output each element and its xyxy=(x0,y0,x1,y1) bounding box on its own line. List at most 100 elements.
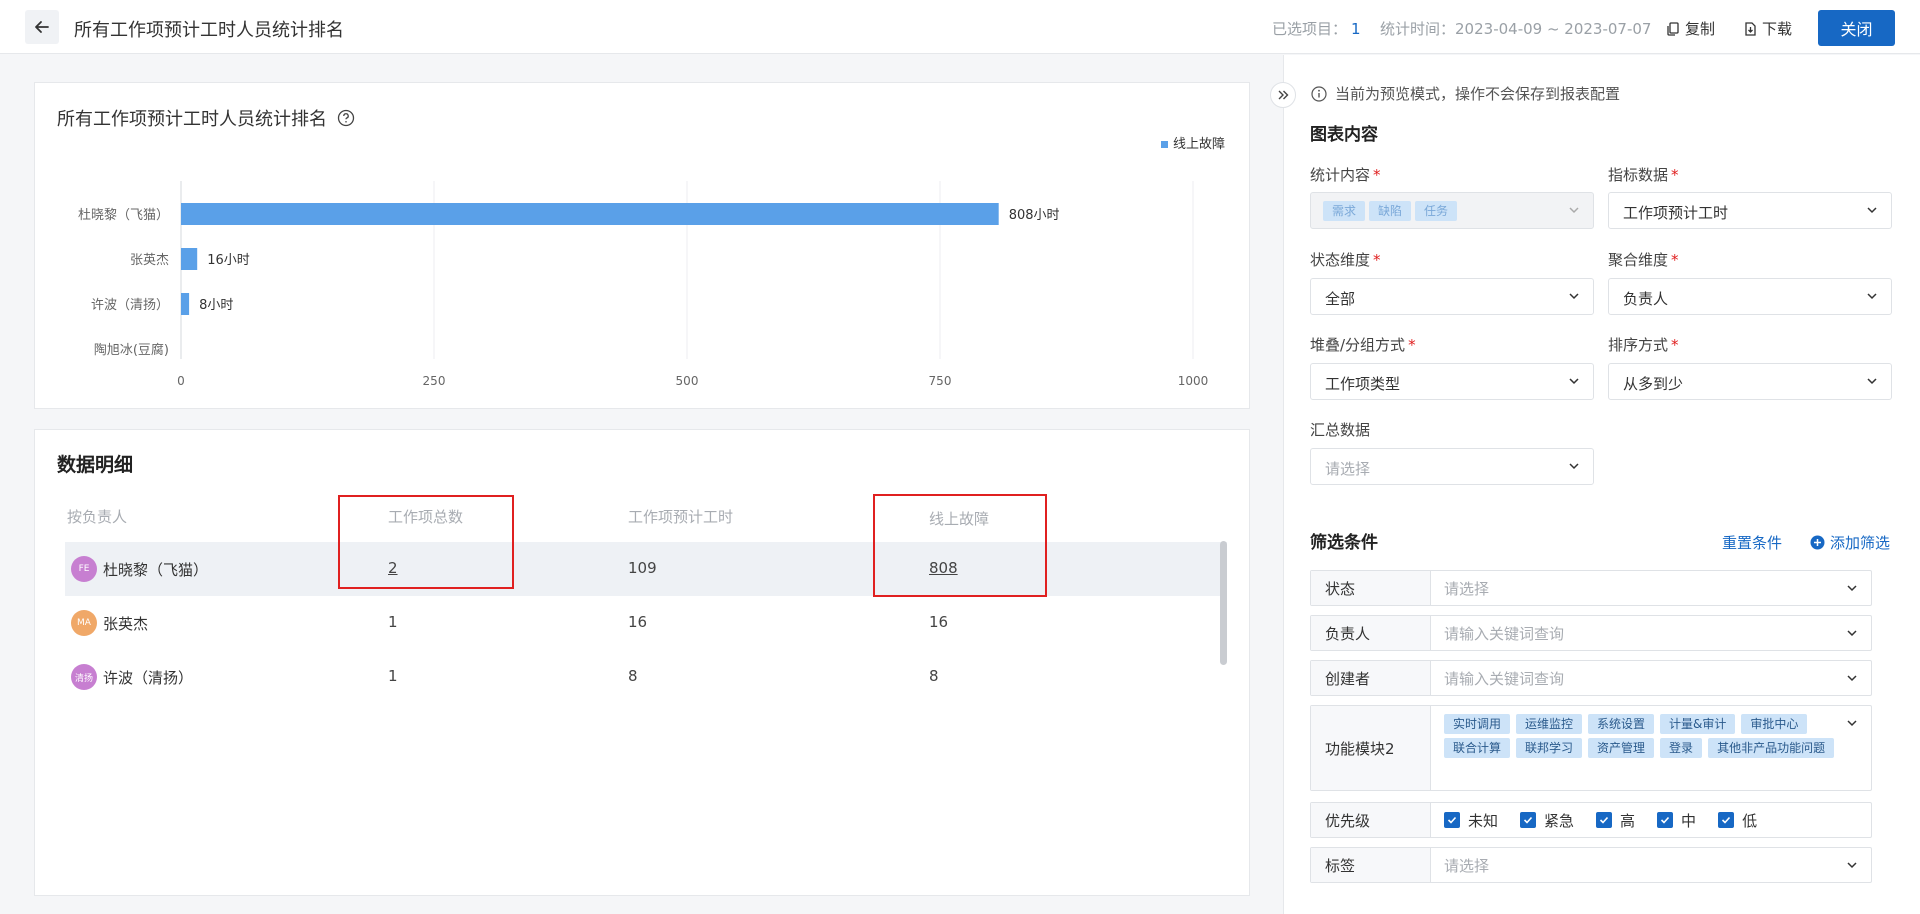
module-tag: 计量&审计 xyxy=(1660,714,1736,734)
chart-card: 所有工作项预计工时人员统计排名 0 250 500 750 1000 杜晓黎（飞猫） 808… xyxy=(34,82,1250,409)
agg-dim-label: 聚合维度 * xyxy=(1608,251,1679,269)
filter-row-owner[interactable]: 负责人 请输入关键词查询 xyxy=(1310,615,1872,651)
metric-label-text: 指标数据 xyxy=(1608,166,1669,184)
detail-title: 数据明细 xyxy=(57,454,134,476)
checkbox-checked-icon xyxy=(1444,812,1460,828)
reset-filters-link[interactable]: 重置条件 xyxy=(1722,532,1782,553)
priority-checkbox[interactable]: 低 xyxy=(1718,810,1757,831)
chevron-down-icon xyxy=(1847,675,1857,682)
stat-content-label-text: 统计内容 xyxy=(1310,166,1371,184)
column-header-hours[interactable]: 工作项预计工时 xyxy=(628,506,733,527)
total-count[interactable]: 1 xyxy=(388,613,398,631)
priority-option-label: 中 xyxy=(1681,811,1697,830)
module-tag: 实时调用 xyxy=(1444,714,1511,734)
chevron-down-icon xyxy=(1847,630,1857,637)
category-label: 陶旭冰(豆腐) xyxy=(94,342,169,358)
summary-placeholder: 请选择 xyxy=(1325,460,1371,478)
metric-select[interactable]: 工作项预计工时 xyxy=(1608,192,1892,229)
fault-count[interactable]: 16 xyxy=(929,613,948,631)
agg-dim-label-text: 聚合维度 xyxy=(1608,251,1669,269)
category-label: 张英杰 xyxy=(130,253,169,268)
download-button[interactable]: 下载 xyxy=(1743,18,1792,39)
stack-select[interactable]: 工作项类型 xyxy=(1310,363,1594,400)
status-dim-select[interactable]: 全部 xyxy=(1310,278,1594,315)
priority-option-label: 未知 xyxy=(1468,811,1499,830)
module-tag: 审批中心 xyxy=(1741,714,1808,734)
stat-time-value: 2023-04-09 ~ 2023-07-07 xyxy=(1455,20,1652,38)
add-filter-link[interactable]: 添加筛选 xyxy=(1810,532,1890,553)
close-button[interactable]: 关闭 xyxy=(1818,10,1895,46)
stat-time-label: 统计时间： xyxy=(1380,20,1456,38)
legend-swatch xyxy=(1161,141,1168,148)
chevron-down-icon xyxy=(1569,293,1579,300)
table-row[interactable]: 清扬 许波（清扬） 1 8 8 xyxy=(65,650,1227,704)
checkbox-checked-icon xyxy=(1596,812,1613,828)
fault-count[interactable]: 8 xyxy=(929,667,939,685)
filter-row-module[interactable]: 功能模块2 实时调用 运维监控 系统设置 计量&审计 审批中心 联合计算 联邦学… xyxy=(1310,705,1872,791)
priority-checkbox[interactable]: 紧急 xyxy=(1520,810,1574,831)
summary-label: 汇总数据 xyxy=(1310,421,1371,439)
module-tag: 登录 xyxy=(1660,738,1703,758)
priority-option-label: 紧急 xyxy=(1544,811,1575,830)
x-tick-label: 750 xyxy=(929,374,952,388)
top-header: 所有工作项预计工时人员统计排名 已选项目： 1 统计时间：2023-04-09 ~… xyxy=(0,0,1920,54)
summary-select[interactable]: 请选择 xyxy=(1310,448,1594,485)
filter-row-tag[interactable]: 标签 请选择 xyxy=(1310,847,1872,883)
status-dim-value: 全部 xyxy=(1325,290,1356,308)
chart-content-title: 图表内容 xyxy=(1310,125,1378,145)
filter-label: 功能模块2 xyxy=(1311,706,1431,790)
column-header-owner[interactable]: 按负责人 xyxy=(67,506,127,527)
page-title: 所有工作项预计工时人员统计排名 xyxy=(74,20,344,41)
owner-name: 许波（清扬） xyxy=(103,669,194,687)
sort-label: 排序方式 * xyxy=(1608,336,1679,354)
priority-checkbox[interactable]: 高 xyxy=(1596,810,1635,831)
copy-icon xyxy=(1667,21,1679,36)
table-row[interactable]: FE 杜晓黎（飞猫） 2 109 808 xyxy=(65,542,1227,596)
chevron-down-icon xyxy=(1867,293,1877,300)
download-icon xyxy=(1745,21,1756,36)
x-tick-label: 500 xyxy=(676,374,699,388)
back-button[interactable] xyxy=(25,10,59,44)
stat-content-tag: 需求 xyxy=(1323,201,1366,221)
collapse-panel-button[interactable] xyxy=(1270,82,1296,108)
priority-checkbox[interactable]: 未知 xyxy=(1444,810,1498,831)
chevron-down-icon xyxy=(1847,720,1857,727)
agg-dim-select[interactable]: 负责人 xyxy=(1608,278,1892,315)
avatar: FE xyxy=(71,556,97,582)
filter-placeholder: 请输入关键词查询 xyxy=(1444,669,1565,688)
chevron-down-icon xyxy=(1867,378,1877,385)
module-tag: 运维监控 xyxy=(1516,714,1583,734)
chevron-down-icon xyxy=(1569,463,1579,470)
bar xyxy=(181,248,198,270)
value-label: 808小时 xyxy=(1009,208,1060,223)
hours-value: 8 xyxy=(628,667,638,685)
stat-content-select[interactable]: 需求 缺陷 任务 xyxy=(1310,192,1594,229)
total-count[interactable]: 1 xyxy=(388,667,398,685)
x-tick-label: 0 xyxy=(177,374,185,388)
category-label: 杜晓黎（飞猫） xyxy=(78,208,169,223)
priority-checkbox[interactable]: 中 xyxy=(1657,810,1696,831)
module-tag: 联邦学习 xyxy=(1516,738,1583,758)
plus-circle-icon xyxy=(1810,535,1825,550)
stat-time: 统计时间：2023-04-09 ~ 2023-07-07 xyxy=(1380,18,1651,39)
hours-value: 16 xyxy=(628,613,648,631)
stack-value: 工作项类型 xyxy=(1325,375,1401,393)
bar-chart: 0 250 500 750 1000 杜晓黎（飞猫） 808小时张英杰 16小时许波（清扬） 8… xyxy=(78,137,1225,388)
filter-label: 状态 xyxy=(1311,571,1431,605)
sort-select[interactable]: 从多到少 xyxy=(1608,363,1892,400)
filter-row-creator[interactable]: 创建者 请输入关键词查询 xyxy=(1310,660,1872,696)
selected-projects-value: 1 xyxy=(1351,20,1361,38)
filter-row-status[interactable]: 状态 请选择 xyxy=(1310,570,1872,606)
preview-notice-text: 当前为预览模式，操作不会保存到报表配置 xyxy=(1335,85,1621,103)
copy-button[interactable]: 复制 xyxy=(1666,18,1715,39)
avatar: 清扬 xyxy=(71,664,97,690)
table-scrollbar[interactable] xyxy=(1220,541,1227,665)
status-dim-label-text: 状态维度 xyxy=(1310,251,1371,269)
filter-title: 筛选条件 xyxy=(1310,533,1378,553)
selected-projects: 已选项目： 1 xyxy=(1272,18,1361,39)
module-tag: 资产管理 xyxy=(1588,738,1655,758)
chevron-down-icon xyxy=(1847,585,1857,592)
table-row[interactable]: MA 张英杰 1 16 16 xyxy=(65,596,1227,650)
filter-label: 创建者 xyxy=(1311,661,1431,695)
sort-value: 从多到少 xyxy=(1623,375,1684,393)
